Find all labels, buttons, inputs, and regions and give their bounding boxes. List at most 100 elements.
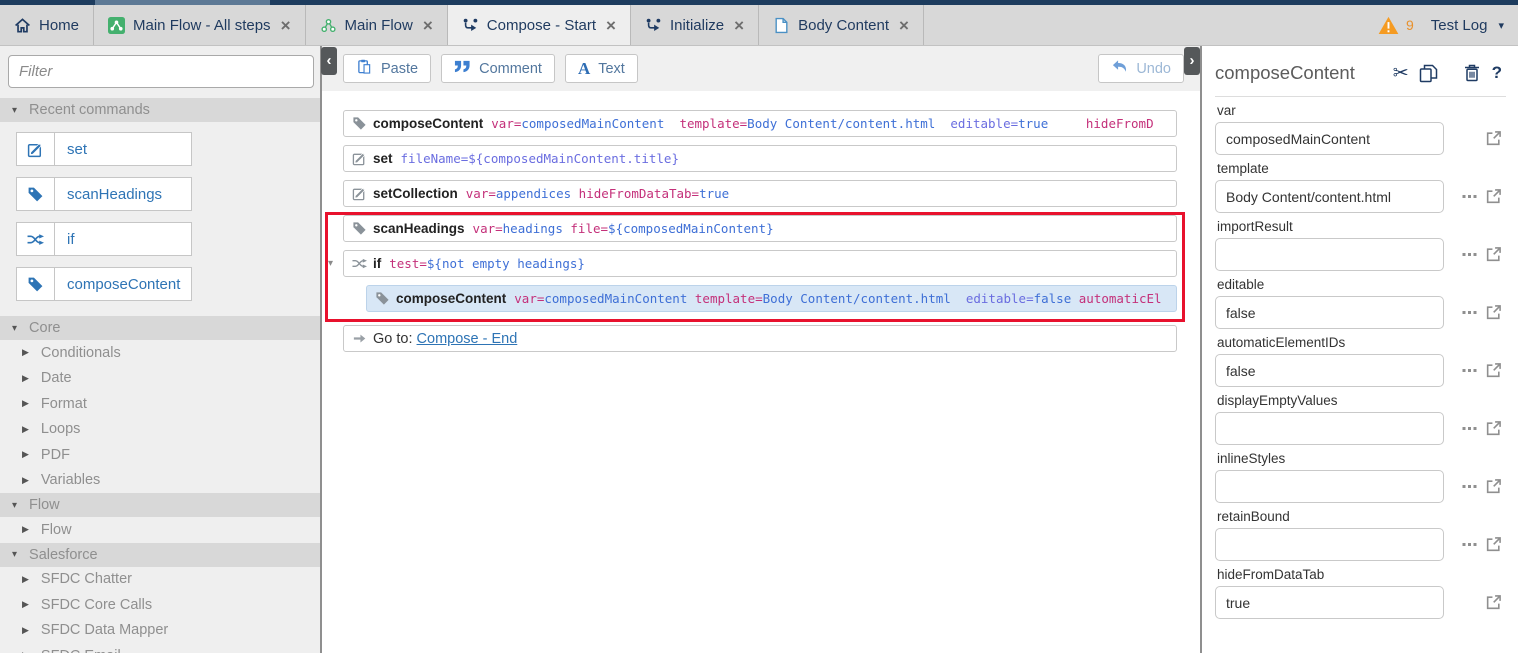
automaticElementIDs-field[interactable]	[1215, 354, 1444, 387]
external-link-icon[interactable]	[1485, 246, 1502, 263]
tab-compose-start[interactable]: Compose - Start×	[448, 5, 631, 45]
field-row-automaticElementIDs	[1215, 354, 1502, 387]
external-link-icon[interactable]	[1485, 536, 1502, 553]
command-sidebar: ▾ Recent commands set scanHeadings if compo…	[0, 46, 322, 653]
field-row-editable	[1215, 296, 1502, 329]
ellipsis-icon[interactable]	[1462, 368, 1477, 373]
external-link-icon[interactable]	[1485, 594, 1502, 611]
home-icon	[14, 17, 31, 34]
retainBound-field[interactable]	[1215, 528, 1444, 561]
tab-home[interactable]: Home	[0, 5, 94, 45]
flow-step-setCollection[interactable]: setCollectionvar=appendices hideFromData…	[343, 180, 1177, 207]
close-icon[interactable]: ×	[734, 17, 744, 34]
flow-step-goto[interactable]: Go to: Compose - End	[343, 325, 1177, 352]
external-link-icon[interactable]	[1485, 478, 1502, 495]
category-item-sfdc-core-calls[interactable]: ▶SFDC Core Calls	[0, 592, 320, 618]
displayEmptyValues-field[interactable]	[1215, 412, 1444, 445]
ellipsis-icon[interactable]	[1462, 426, 1477, 431]
section-header-core[interactable]: ▾Core	[0, 316, 320, 340]
goto-target-link[interactable]: Compose - End	[417, 331, 518, 347]
tab-main-flow[interactable]: Main Flow×	[306, 5, 448, 45]
section-header-flow[interactable]: ▾Flow	[0, 493, 320, 517]
paste-button[interactable]: Paste	[343, 54, 431, 83]
close-icon[interactable]: ×	[281, 17, 291, 34]
warning-icon[interactable]	[1378, 16, 1399, 35]
ellipsis-icon[interactable]	[1462, 484, 1477, 489]
recent-commands-header[interactable]: ▾ Recent commands	[0, 98, 320, 122]
trash-icon[interactable]	[1464, 64, 1480, 82]
tab-main-flow-all-steps[interactable]: Main Flow - All steps×	[94, 5, 305, 45]
external-link-icon[interactable]	[1485, 420, 1502, 437]
editable-field[interactable]	[1215, 296, 1444, 329]
collapse-toggle-icon[interactable]: ▾	[328, 258, 342, 269]
category-item-flow[interactable]: ▶Flow	[0, 517, 320, 543]
external-link-icon[interactable]	[1485, 362, 1502, 379]
category-item-conditionals[interactable]: ▶Conditionals	[0, 340, 320, 366]
hideFromDataTab-field[interactable]	[1215, 586, 1444, 619]
ellipsis-icon[interactable]	[1462, 194, 1477, 199]
ellipsis-icon[interactable]	[1462, 252, 1477, 257]
test-log-button[interactable]: Test Log	[1431, 17, 1488, 34]
chevron-right-icon: ▶	[22, 475, 29, 486]
field-label-importResult: importResult	[1217, 219, 1502, 234]
flow-step-composeContent[interactable]: composeContentvar=composedMainContent te…	[366, 285, 1177, 312]
chevron-down-icon[interactable]: ▾	[1498, 19, 1504, 32]
category-item-format[interactable]: ▶Format	[0, 391, 320, 417]
top-scrollbar-thumb[interactable]	[95, 0, 270, 5]
external-link-icon[interactable]	[1485, 130, 1502, 147]
field-label-template: template	[1217, 161, 1502, 176]
command-categories: ▾Core▶Conditionals▶Date▶Format▶Loops▶PDF…	[0, 316, 320, 653]
category-item-loops[interactable]: ▶Loops	[0, 417, 320, 443]
close-icon[interactable]: ×	[899, 17, 909, 34]
flow-step-scanHeadings[interactable]: scanHeadingsvar=headings file=${composed…	[343, 215, 1177, 242]
category-item-sfdc-chatter[interactable]: ▶SFDC Chatter	[0, 567, 320, 593]
category-item-sfdc-email[interactable]: ▶SFDC Email	[0, 643, 320, 653]
template-field[interactable]	[1215, 180, 1444, 213]
field-row-inlineStyles	[1215, 470, 1502, 503]
copy-icon[interactable]	[1419, 64, 1438, 83]
ellipsis-icon[interactable]	[1462, 310, 1477, 315]
flow-steps-list: composeContentvar=composedMainContent te…	[322, 91, 1200, 352]
flow-step-composeContent[interactable]: composeContentvar=composedMainContent te…	[343, 110, 1177, 137]
command-item-if[interactable]: if	[16, 222, 192, 256]
flow-editor-panel: ‹ › Paste Comment A Text Undo composeCon…	[322, 46, 1200, 653]
recent-commands-label: Recent commands	[29, 102, 150, 118]
importResult-field[interactable]	[1215, 238, 1444, 271]
close-icon[interactable]: ×	[606, 17, 616, 34]
field-row-template	[1215, 180, 1502, 213]
warning-count: 9	[1406, 17, 1414, 33]
collapse-right-panel-button[interactable]: ›	[1184, 47, 1200, 75]
tab-initialize[interactable]: Initialize×	[631, 5, 759, 45]
inlineStyles-field[interactable]	[1215, 470, 1444, 503]
chevron-right-icon: ▶	[22, 524, 29, 535]
chevron-down-icon: ▾	[12, 105, 17, 116]
ellipsis-icon[interactable]	[1462, 542, 1477, 547]
undo-button[interactable]: Undo	[1098, 54, 1184, 83]
text-button[interactable]: A Text	[565, 54, 638, 83]
command-item-composecontent[interactable]: composeContent	[16, 267, 192, 301]
step-command-name: composeContent	[396, 291, 506, 306]
section-header-salesforce[interactable]: ▾Salesforce	[0, 543, 320, 567]
category-item-date[interactable]: ▶Date	[0, 366, 320, 392]
tab-body-content[interactable]: Body Content×	[759, 5, 924, 45]
external-link-icon[interactable]	[1485, 304, 1502, 321]
category-item-label: SFDC Data Mapper	[41, 622, 168, 638]
var-field[interactable]	[1215, 122, 1444, 155]
category-item-variables[interactable]: ▶Variables	[0, 468, 320, 494]
external-link-icon[interactable]	[1485, 188, 1502, 205]
cut-icon[interactable]: ✂	[1393, 62, 1409, 85]
flow-step-set[interactable]: setfileName=${composedMainContent.title}	[343, 145, 1177, 172]
command-item-scanheadings[interactable]: scanHeadings	[16, 177, 192, 211]
command-item-set[interactable]: set	[16, 132, 192, 166]
close-icon[interactable]: ×	[423, 17, 433, 34]
filter-input[interactable]	[8, 55, 314, 88]
undo-icon	[1111, 59, 1128, 78]
collapse-left-panel-button[interactable]: ‹	[321, 47, 337, 75]
flow-step-if[interactable]: ▾iftest=${not empty headings}	[343, 250, 1177, 277]
tab-bar: HomeMain Flow - All steps×Main Flow×Comp…	[0, 5, 1518, 46]
category-item-pdf[interactable]: ▶PDF	[0, 442, 320, 468]
help-icon[interactable]: ?	[1492, 63, 1502, 83]
inspector-fields: vartemplateimportResulteditableautomatic…	[1215, 103, 1502, 619]
comment-button[interactable]: Comment	[441, 54, 555, 83]
category-item-sfdc-data-mapper[interactable]: ▶SFDC Data Mapper	[0, 618, 320, 644]
